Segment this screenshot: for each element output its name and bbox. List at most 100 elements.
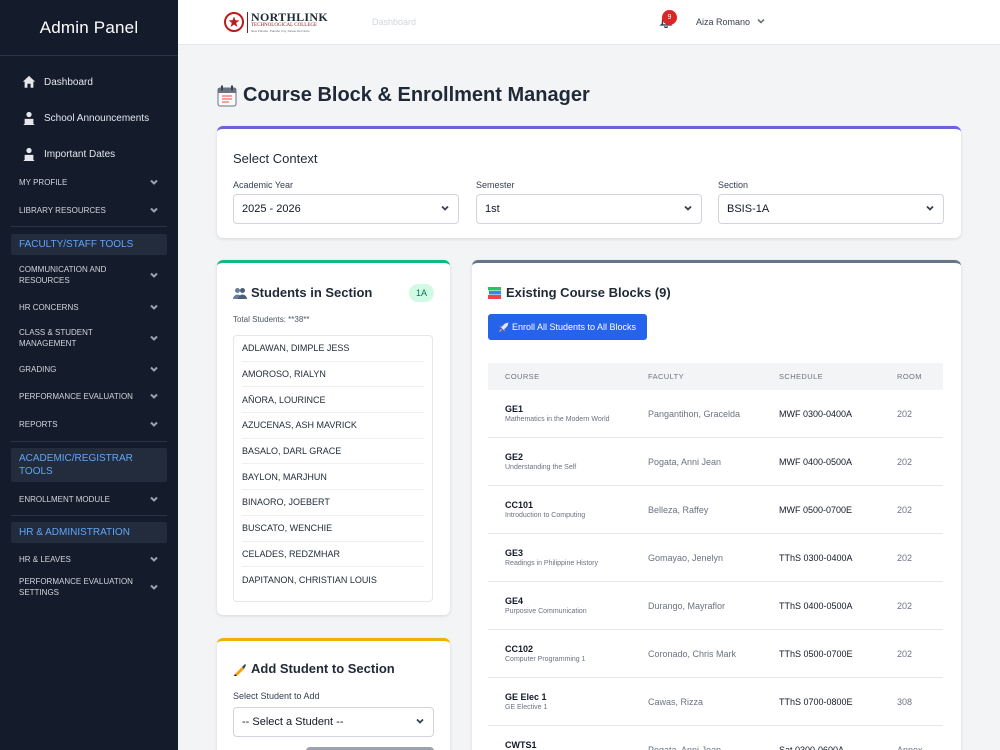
user-menu[interactable]: Aiza Romano <box>696 16 766 28</box>
chevron-down-icon <box>149 419 159 429</box>
sidebar-item-my-profile[interactable]: MY PROFILE <box>0 172 178 192</box>
room: 202 <box>897 456 913 467</box>
page-title: Course Block & Enrollment Manager <box>217 84 590 107</box>
sidebar-item-communication[interactable]: COMMUNICATION AND RESOURCES <box>0 262 178 288</box>
total-students: Total Students: **38** <box>233 315 310 324</box>
table-row[interactable]: GE1 Mathematics in the Modern World Panga… <box>488 390 943 438</box>
semester-field: Semester 1st <box>476 180 702 224</box>
sidebar-item-performance-evaluation[interactable]: PERFORMANCE EVALUATION <box>0 386 178 406</box>
students-title-text: Students in Section <box>251 285 373 300</box>
enroll-all-button[interactable]: Enroll All Students to All Blocks <box>488 314 648 340</box>
rocket-icon <box>499 322 509 332</box>
sidebar-item-important-dates[interactable]: Important Dates <box>0 136 178 172</box>
course-name: Readings in Philippine History <box>505 559 598 567</box>
list-item[interactable]: BUSCATO, WENCHIE <box>242 516 424 542</box>
faculty-name: Pangantihon, Gracelda <box>648 408 741 419</box>
course-name: GE Elective 1 <box>505 703 548 711</box>
sidebar-item-label: ENROLLMENT MODULE <box>19 494 110 504</box>
schedule: TThS 0500-0700E <box>779 648 853 659</box>
sidebar-item-dashboard[interactable]: Dashboard <box>0 64 178 100</box>
semester-select[interactable]: 1st <box>476 194 702 224</box>
sidebar-item-label: Dashboard <box>44 76 93 88</box>
logo-address: New Panabo, Panabo City, Davao Del Norte <box>251 28 310 33</box>
course-blocks-card: Existing Course Blocks (9) Enroll All St… <box>472 260 961 750</box>
student-select[interactable]: -- Select a Student -- <box>233 707 434 737</box>
list-item[interactable]: AÑORA, LOURINCE <box>242 387 424 414</box>
notification-badge: 9 <box>662 10 677 25</box>
chevron-down-icon <box>149 364 159 374</box>
select-context-card: Select Context Academic Year 2025 - 2026… <box>217 126 961 238</box>
faculty-name: Pogata, Anni Jean <box>648 745 722 750</box>
room: Annex <box>897 745 923 750</box>
sidebar-item-library[interactable]: LIBRARY RESOURCES <box>0 200 178 220</box>
list-item[interactable]: BASALO, DARL GRACE <box>242 439 424 465</box>
academic-year-select[interactable]: 2025 - 2026 <box>233 194 459 224</box>
schedule: MWF 0300-0400A <box>779 408 853 419</box>
table-header: COURSE FACULTY SCHEDULE ROOM <box>488 363 943 390</box>
schedule: MWF 0500-0700E <box>779 504 853 515</box>
list-item[interactable]: CELADES, REDZMHAR <box>242 542 424 568</box>
college-seal-icon <box>224 12 244 32</box>
faculty-name: Pogata, Anni Jean <box>648 456 722 467</box>
student-list[interactable]: ADLAWAN, DIMPLE JESS AMOROSO, RIALYN AÑO… <box>233 335 433 602</box>
column-header-schedule[interactable]: SCHEDULE <box>779 372 897 381</box>
chevron-down-icon <box>415 716 425 729</box>
room: 202 <box>897 648 913 659</box>
table-row[interactable]: CC102 Computer Programming 1 Coronado, Ch… <box>488 630 943 678</box>
chevron-down-icon <box>149 177 159 187</box>
people-icon <box>233 287 247 299</box>
sidebar-item-class-student[interactable]: CLASS & STUDENT MANAGEMENT <box>0 325 178 351</box>
sidebar-item-performance-settings[interactable]: PERFORMANCE EVALUATION SETTINGS <box>0 574 178 600</box>
chevron-down-icon <box>149 302 159 312</box>
list-item[interactable]: AZUCENAS, ASH MAVRICK <box>242 413 424 439</box>
course-blocks-table: COURSE FACULTY SCHEDULE ROOM GE1 Mathemat… <box>488 363 943 750</box>
column-header-course[interactable]: COURSE <box>488 372 648 381</box>
faculty-name: Gomayao, Jenelyn <box>648 552 724 563</box>
topbar: NORTHLINK TECHNOLOGICAL COLLEGE New Pana… <box>178 0 1000 45</box>
table-row[interactable]: CWTS1 Pogata, Anni Jean Sat 0300-0600A A… <box>488 726 943 750</box>
list-item[interactable]: BINAORO, JOEBERT <box>242 490 424 516</box>
list-item[interactable]: BAYLON, MARJHUN <box>242 464 424 491</box>
course-name: Introduction to Computing <box>505 511 586 519</box>
section-label: Section <box>718 180 749 190</box>
breadcrumb[interactable]: Dashboard <box>372 17 416 27</box>
course-code: CC101 <box>505 499 534 510</box>
faculty-name: Durango, Mayraflor <box>648 600 726 611</box>
column-header-faculty[interactable]: FACULTY <box>648 372 779 381</box>
group-hr-administration: HR & ADMINISTRATION <box>11 522 167 543</box>
faculty-name: Belleza, Raffey <box>648 504 709 515</box>
list-item[interactable]: ADLAWAN, DIMPLE JESS <box>242 336 424 362</box>
chevron-down-icon <box>149 333 159 343</box>
course-code: GE Elec 1 <box>505 691 547 702</box>
section-select[interactable]: BSIS-1A <box>718 194 944 224</box>
user-name: Aiza Romano <box>696 17 751 27</box>
notification-button[interactable]: 9 <box>659 10 677 30</box>
table-row[interactable]: GE3 Readings in Philippine History Gomaya… <box>488 534 943 582</box>
add-student-title: Add Student to Section <box>233 661 395 676</box>
sidebar-item-hr-concerns[interactable]: HR CONCERNS <box>0 297 178 317</box>
college-logo[interactable]: NORTHLINK TECHNOLOGICAL COLLEGE New Pana… <box>224 11 328 33</box>
sidebar-item-announcements[interactable]: School Announcements <box>0 100 178 136</box>
list-item[interactable]: AMOROSO, RIALYN <box>242 362 424 388</box>
course-code: CC102 <box>505 643 534 654</box>
table-row[interactable]: GE4 Purposive Communication Durango, Mayr… <box>488 582 943 630</box>
table-row[interactable]: GE Elec 1 GE Elective 1 Cawas, Rizza TThS… <box>488 678 943 726</box>
table-row[interactable]: GE2 Understanding the Self Pogata, Anni J… <box>488 438 943 486</box>
list-item[interactable]: DAPITANON, CHRISTIAN LOUIS <box>242 567 424 593</box>
academic-year-label: Academic Year <box>233 180 294 190</box>
course-blocks-title: Existing Course Blocks (9) <box>488 285 671 300</box>
column-header-room[interactable]: ROOM <box>897 372 943 381</box>
sidebar-item-reports[interactable]: REPORTS <box>0 414 178 434</box>
course-name: Purposive Communication <box>505 607 587 615</box>
sidebar-item-hr-leaves[interactable]: HR & LEAVES <box>0 549 178 569</box>
section-badge: 1A <box>408 284 434 302</box>
student-select-placeholder: -- Select a Student -- <box>242 716 344 728</box>
section-field: Section BSIS-1A <box>718 180 944 224</box>
sidebar-item-grading[interactable]: GRADING <box>0 359 178 379</box>
chevron-down-icon <box>925 203 935 216</box>
sidebar-item-enrollment[interactable]: ENROLLMENT MODULE <box>0 489 178 509</box>
sidebar: Admin Panel Dashboard School Announcemen… <box>0 0 178 750</box>
faculty-name: Cawas, Rizza <box>648 696 704 707</box>
schedule: MWF 0400-0500A <box>779 456 853 467</box>
table-row[interactable]: CC101 Introduction to Computing Belleza, … <box>488 486 943 534</box>
